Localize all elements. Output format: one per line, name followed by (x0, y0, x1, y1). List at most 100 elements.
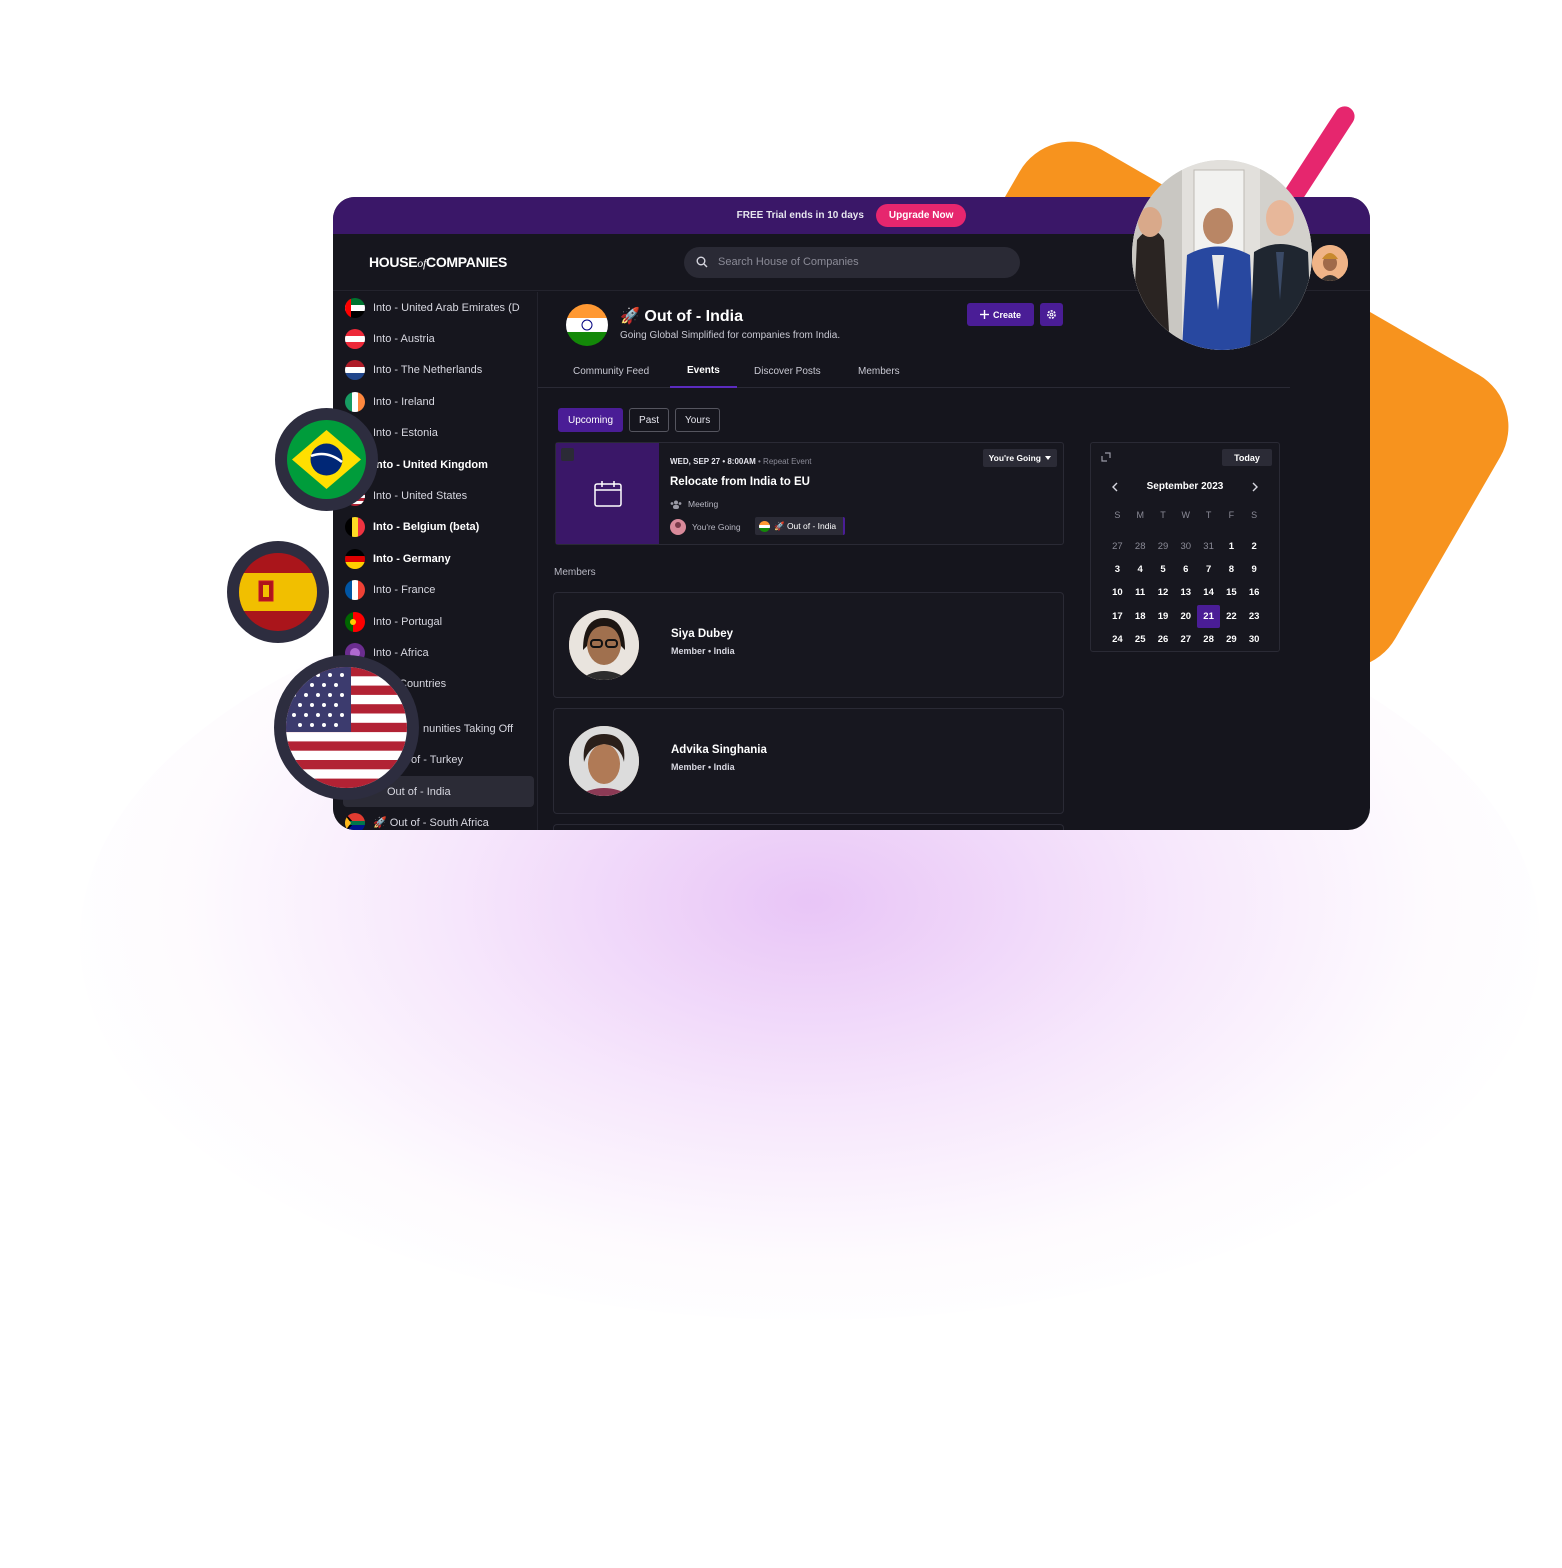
calendar-day[interactable]: 19 (1152, 605, 1175, 628)
calendar-day[interactable]: 5 (1152, 558, 1175, 581)
search-input[interactable]: Search House of Companies (684, 246, 1020, 278)
sidebar-item-uae[interactable]: Into - United Arab Emirates (D (333, 292, 537, 323)
chevron-right-icon[interactable] (1252, 482, 1259, 492)
calendar-day[interactable]: 30 (1243, 628, 1266, 651)
tab-discover-posts[interactable]: Discover Posts (754, 354, 821, 388)
tab-members[interactable]: Members (858, 354, 900, 388)
today-button[interactable]: Today (1222, 449, 1272, 466)
calendar-day[interactable]: 6 (1174, 558, 1197, 581)
sidebar-item-label: Into - United Kingdom (373, 458, 488, 471)
sidebar-item-label: Into - Belgium (beta) (373, 521, 480, 534)
calendar-day[interactable]: 27 (1174, 628, 1197, 651)
sidebar-item-label: Into - Estonia (373, 427, 438, 440)
calendar-spacer (1174, 527, 1197, 535)
calendar-day[interactable]: 20 (1174, 605, 1197, 628)
sidebar-item-label: Into - Ireland (373, 395, 435, 408)
member-card-partial (553, 824, 1064, 830)
member-role: Member • India (671, 646, 735, 656)
calendar-day[interactable]: 8 (1220, 558, 1243, 581)
calendar-day[interactable]: 24 (1106, 628, 1129, 651)
calendar-spacer (1243, 527, 1266, 535)
calendar-day[interactable]: 13 (1174, 581, 1197, 604)
calendar-day[interactable]: 7 (1197, 558, 1220, 581)
filter-upcoming[interactable]: Upcoming (558, 408, 624, 432)
sidebar-item-south-africa[interactable]: 🚀 Out of - South Africa (333, 807, 537, 830)
calendar-weekday: S (1251, 510, 1258, 520)
sidebar-item-netherlands[interactable]: Into - The Netherlands (333, 355, 537, 386)
event-community-tag[interactable]: 🚀 Out of - India (755, 517, 846, 535)
sidebar-item-label: Into - France (373, 584, 436, 597)
expand-icon[interactable] (1101, 452, 1111, 462)
calendar-day[interactable]: 23 (1243, 605, 1266, 628)
member-country: India (713, 646, 735, 656)
member-card[interactable]: Siya Dubey Member • India (553, 592, 1064, 698)
member-card[interactable]: Advika Singhania Member • India (553, 708, 1064, 814)
calendar-weekday: T (1205, 510, 1212, 520)
calendar-day[interactable]: 16 (1243, 581, 1266, 604)
event-title[interactable]: Relocate from India to EU (670, 476, 810, 488)
tab-community-feed[interactable]: Community Feed (573, 354, 649, 388)
filter-past[interactable]: Past (629, 408, 670, 432)
portugal-flag-icon (345, 611, 365, 632)
sidebar-item-label: Into - The Netherlands (373, 364, 483, 377)
calendar-day[interactable]: 4 (1129, 558, 1152, 581)
calendar-month: September 2023 (1146, 481, 1224, 492)
calendar-day[interactable]: 27 (1106, 535, 1129, 558)
search-icon (696, 256, 708, 268)
calendar-day[interactable]: 11 (1129, 581, 1152, 604)
calendar-day[interactable]: 2 (1243, 535, 1266, 558)
tab-events[interactable]: Events (670, 354, 737, 388)
sidebar-item-portugal[interactable]: Into - Portugal (333, 606, 537, 637)
logo[interactable]: HOUSEofCOMPANIES (369, 254, 684, 271)
calendar-day[interactable]: 31 (1197, 535, 1220, 558)
sidebar-item-germany[interactable]: Into - Germany (333, 543, 537, 574)
sidebar-item-label: Into - Portugal (373, 615, 443, 628)
germany-flag-icon (345, 548, 365, 569)
calendar-day[interactable]: 15 (1220, 581, 1243, 604)
user-avatar[interactable] (1312, 245, 1348, 281)
calendar-day[interactable]: 25 (1129, 628, 1152, 651)
calendar-day[interactable]: 28 (1197, 628, 1220, 651)
calendar-day[interactable]: 26 (1152, 628, 1175, 651)
calendar-day[interactable]: 22 (1220, 605, 1243, 628)
sidebar-item-label: 🚀 Out of - South Africa (373, 817, 489, 830)
create-button[interactable]: Create (967, 303, 1034, 326)
calendar-day[interactable]: 17 (1106, 605, 1129, 628)
create-label: Create (992, 309, 1021, 320)
sidebar-item-label: of - Turkey (411, 754, 463, 767)
settings-button[interactable] (1040, 303, 1063, 326)
sidebar-item-label: Out of - India (387, 785, 451, 798)
rsvp-dropdown[interactable]: You're Going (982, 449, 1057, 467)
chevron-left-icon[interactable] (1111, 482, 1118, 492)
plus-icon (979, 310, 989, 319)
rsvp-label: You're Going (988, 453, 1041, 463)
calendar-day[interactable]: 14 (1197, 581, 1220, 604)
sidebar-item-belgium[interactable]: Into - Belgium (beta) (333, 512, 537, 543)
sidebar-item-ireland[interactable]: Into - Ireland (333, 386, 537, 417)
belgium-flag-icon (345, 517, 365, 538)
calendar-spacer (1220, 527, 1243, 535)
gear-icon (1047, 310, 1056, 319)
avatar (569, 610, 639, 680)
filter-yours[interactable]: Yours (675, 408, 721, 432)
calendar-day[interactable]: 21 (1197, 604, 1220, 628)
event-card[interactable]: WED, SEP 27 • 8:00AM • Repeat Event Relo… (555, 442, 1064, 545)
calendar-day[interactable]: 28 (1129, 535, 1152, 558)
calendar-day[interactable]: 29 (1152, 535, 1175, 558)
calendar-weekday: S (1114, 510, 1121, 520)
calendar-day[interactable]: 9 (1243, 558, 1266, 581)
brazil-flag-icon (287, 420, 366, 499)
event-community-label: 🚀 Out of - India (774, 520, 837, 531)
calendar-day[interactable]: 10 (1106, 581, 1129, 604)
calendar-day[interactable]: 3 (1106, 558, 1129, 581)
calendar-day[interactable]: 1 (1220, 535, 1243, 558)
calendar-day[interactable]: 30 (1174, 535, 1197, 558)
sidebar-item-france[interactable]: Into - France (333, 575, 537, 606)
calendar-day[interactable]: 29 (1220, 628, 1243, 651)
calendar-day[interactable]: 12 (1152, 581, 1175, 604)
search-placeholder: Search House of Companies (718, 256, 859, 268)
ireland-flag-icon (345, 391, 365, 412)
upgrade-button[interactable]: Upgrade Now (875, 204, 967, 227)
calendar-day[interactable]: 18 (1129, 605, 1152, 628)
sidebar-item-austria[interactable]: Into - Austria (333, 323, 537, 354)
